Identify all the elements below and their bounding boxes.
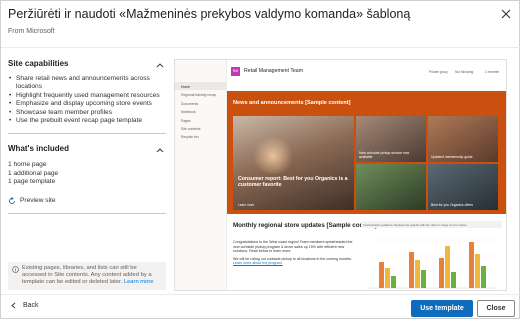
hero-main-image: Consumer report: Best for you Organics i… [233,116,354,210]
hero-photo-highlight [251,138,295,174]
updates-title: Monthly regional store updates [Sample c… [233,222,377,229]
chart-bar [385,268,390,288]
updates-paragraph: Congratulations to the West coast region… [233,240,353,254]
list-item: 1 page template [8,178,56,186]
capabilities-list: Share retail news and announcements acro… [8,75,166,126]
preview-nav-item: Notebook [181,110,196,115]
updates-link: Learn more about the program. [233,261,283,266]
dialog-subtitle: From Microsoft [8,28,55,35]
hero-tile-caption: Updated membership guide [431,155,473,159]
preview-follow: Not following [455,70,474,74]
hero-tile [356,164,426,210]
chart-bar [475,254,480,288]
chart-bar [481,266,486,288]
included-header[interactable]: What's included [8,144,166,162]
chart-bar [469,242,474,288]
sample-bar-chart [369,239,497,289]
preview-nav-item: Pages [181,118,191,123]
preview-privacy: Private group [429,70,448,74]
customization-note: Customization guidance: Replace the grap… [361,221,502,228]
template-dialog: Peržiūrėti ir naudoti «Mažmeninės prekyb… [0,0,520,319]
preview-site-label: Preview site [20,197,56,205]
hero-tile: New curbside pickup service now availabl… [356,116,426,162]
close-button[interactable]: Close [477,300,515,317]
preview-nav-item: Recycle bin [181,135,199,140]
chart-bar [415,260,420,288]
chart-bar [409,252,414,288]
back-button[interactable]: Back [10,302,39,309]
list-item: Use the prebuilt event recap page templa… [8,117,166,126]
chart-bar [379,262,384,288]
chevron-up-icon[interactable] [156,62,164,68]
preview-updates-section: Monthly regional store updates [Sample c… [227,214,506,290]
list-item: 1 home page [8,161,47,169]
back-label: Back [23,302,39,309]
hero-tile-caption: New curbside pickup service now availabl… [359,151,410,159]
use-template-button[interactable]: Use template [411,300,473,317]
chart-bar [391,276,396,288]
chart-bar [451,272,456,288]
updates-text: Congratulations to the West coast region… [233,240,353,266]
section-divider [8,133,166,135]
preview-site-name: Retail Management Team [244,68,304,74]
refresh-icon [9,196,15,204]
hero-main-caption: Consumer report: Best for you Organics i… [238,176,348,189]
preview-header: RM Retail Management Team Private group … [227,60,506,88]
info-icon [12,266,19,273]
list-item: Showcase team member profiles [8,109,166,118]
preview-site-link[interactable]: Preview site [8,196,166,205]
left-pane: Site capabilities Share retail news and … [8,59,166,214]
footer-divider [1,294,520,295]
hero-tile: Best for you Organics offers [428,164,498,210]
learn-more-link[interactable]: Learn more [124,279,154,285]
list-item: Highlight frequently used management res… [8,92,166,101]
dialog-title: Peržiūrėti ir naudoti «Mažmeninės prekyb… [8,7,411,21]
chevron-up-icon[interactable] [156,147,164,153]
preview-nav-item: Regional training recap [181,93,216,98]
list-item: 1 additional page [8,169,59,177]
list-item: Share retail news and announcements acro… [8,75,166,92]
news-title: News and announcements [Sample content] [233,100,351,106]
preview-members: 1 member [485,70,500,74]
hero-tile-caption: Best for you Organics offers [431,203,473,207]
chart-bar [445,246,450,288]
news-hero: News and announcements [Sample content] … [227,91,506,214]
info-message: Existing pages, libraries, and lists can… [8,262,166,290]
chart-bar [421,270,426,288]
included-heading: What's included [8,144,70,154]
site-logo: RM [231,67,240,76]
close-icon[interactable] [499,7,513,21]
capabilities-heading: Site capabilities [8,59,69,68]
list-item: Emphasize and display upcoming store eve… [8,100,166,109]
hero-tile: Updated membership guide [428,116,498,162]
preview-nav-item: Site contents [181,126,201,131]
chevron-left-icon [11,302,16,309]
preview-nav-item: Documents [181,101,199,106]
preview-nav-item: Home [175,82,226,91]
section-divider [8,212,166,214]
preview-nav: Home Regional training recap Documents N… [175,60,227,290]
header-divider [1,47,520,48]
site-preview: Home Regional training recap Documents N… [174,59,507,291]
hero-learn-more: Learn more [238,203,255,207]
included-list: 1 home page 1 additional page 1 page tem… [8,161,166,186]
chart-bar [439,258,444,288]
